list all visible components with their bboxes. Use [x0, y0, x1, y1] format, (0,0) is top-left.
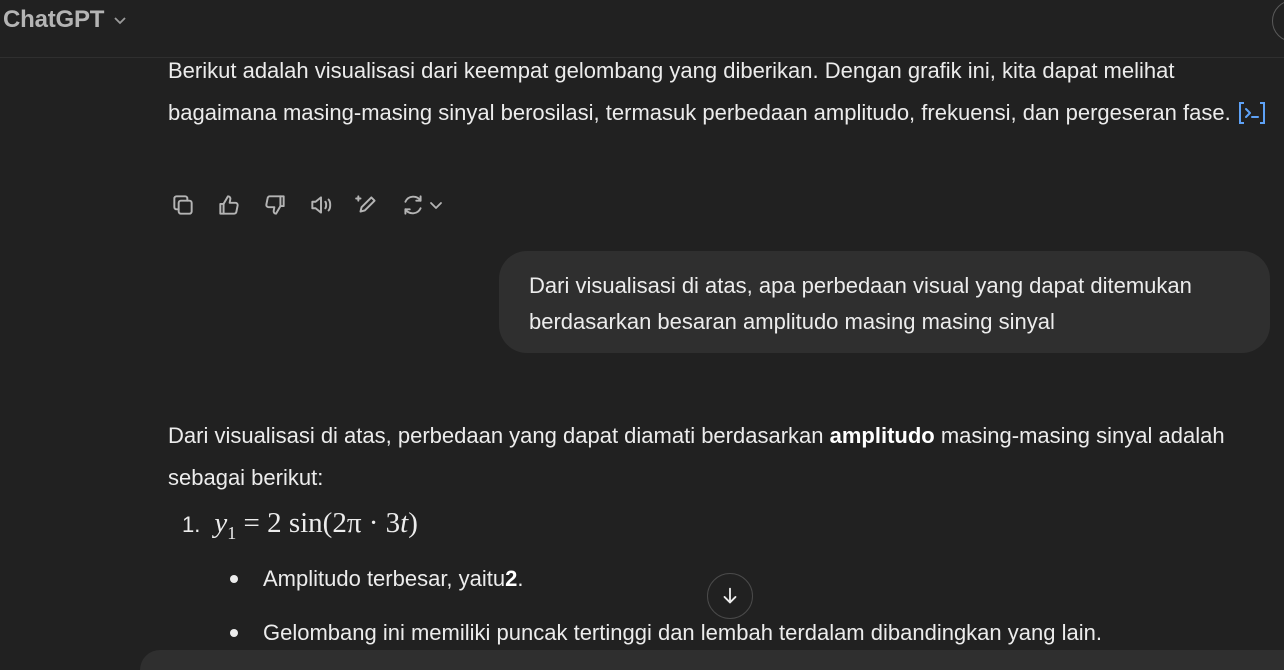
edit-in-canvas-button[interactable]	[354, 192, 380, 218]
list-item: 1. y1 = 2 sin(2π · 3t)	[182, 507, 418, 544]
bad-response-button[interactable]	[262, 192, 288, 218]
formula-sub: 1	[227, 522, 237, 543]
code-interpreter-icon[interactable]	[1237, 100, 1267, 126]
bullet-text-before: Gelombang ini memiliki puncak tertinggi …	[263, 620, 1102, 645]
regenerate-button[interactable]	[400, 192, 446, 218]
bullet-text-bold: 2	[505, 566, 518, 591]
answer-lead-bold: amplitudo	[829, 423, 935, 448]
user-message-bubble: Dari visualisasi di atas, apa perbedaan …	[499, 251, 1270, 353]
thumbs-down-icon	[265, 195, 285, 215]
chevron-down-icon	[430, 202, 442, 209]
profile-avatar[interactable]	[1272, 0, 1284, 42]
message-actions	[170, 192, 446, 218]
answer-lead-before: Dari visualisasi di atas, perbedaan yang…	[168, 423, 830, 448]
composer-edge	[140, 650, 1284, 670]
model-switcher[interactable]: ChatGPT	[3, 6, 128, 34]
bullet-item: Gelombang ini memiliki puncak tertinggi …	[230, 620, 1102, 646]
thumbs-up-icon	[219, 195, 239, 215]
formula: y1 = 2 sin(2π · 3t)	[214, 507, 418, 544]
formula-rest: = 2 sin(2π · 3	[236, 507, 401, 539]
arrow-down-icon	[723, 587, 737, 604]
edit-sparkle-icon	[355, 195, 376, 213]
chevron-down-icon	[114, 17, 126, 25]
formula-close: )	[408, 507, 418, 539]
list-number: 1.	[182, 512, 201, 538]
scroll-to-bottom-button[interactable]	[707, 573, 753, 619]
read-aloud-icon	[311, 196, 332, 214]
assistant-message-intro: Berikut adalah visualisasi dari keempat …	[168, 50, 1268, 134]
bullet-item: Amplitudo terbesar, yaitu 2.	[230, 566, 524, 592]
good-response-button[interactable]	[216, 192, 242, 218]
copy-button[interactable]	[170, 192, 196, 218]
app-title: ChatGPT	[3, 6, 105, 33]
assistant-message-answer: Dari visualisasi di atas, perbedaan yang…	[168, 415, 1268, 499]
regenerate-icon	[404, 195, 422, 215]
formula-var: y	[214, 507, 228, 539]
bullet-dot	[230, 575, 238, 583]
bullet-dot	[230, 629, 238, 637]
copy-icon	[173, 195, 193, 215]
bullet-text-after: .	[517, 566, 524, 591]
formula-t: t	[400, 507, 409, 539]
assistant-intro-text: Berikut adalah visualisasi dari keempat …	[168, 58, 1231, 125]
user-message-text: Dari visualisasi di atas, apa perbedaan …	[529, 273, 1192, 334]
read-aloud-button[interactable]	[308, 192, 334, 218]
bullet-text-before: Amplitudo terbesar, yaitu	[263, 566, 506, 591]
